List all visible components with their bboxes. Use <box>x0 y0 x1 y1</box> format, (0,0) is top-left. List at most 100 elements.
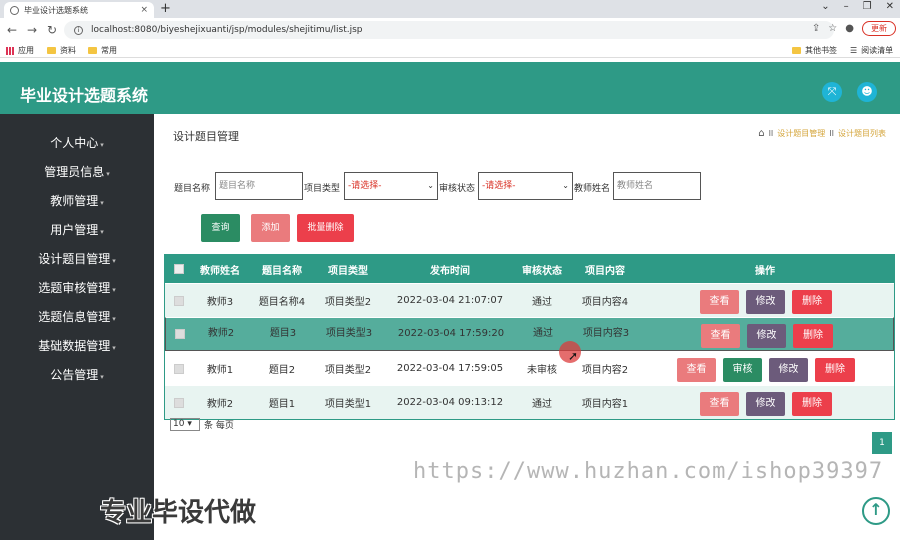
sidebar-item-teacher-management[interactable]: 教师管理 ▾ <box>0 192 154 212</box>
edit-button[interactable]: 修改 <box>747 324 786 348</box>
cell-teacher: 教师3 <box>206 297 234 308</box>
col-header-title: 题目名称 <box>262 265 302 277</box>
page-number-button[interactable]: 1 <box>872 432 892 454</box>
batch-delete-button[interactable]: 批量删除 <box>297 214 354 242</box>
teacher-label: 教师姓名 <box>574 184 611 194</box>
row-checkbox[interactable] <box>173 352 185 385</box>
row-checkbox[interactable] <box>174 318 186 350</box>
new-tab-button[interactable]: + <box>160 1 171 16</box>
chevron-down-icon: ▾ <box>100 373 104 381</box>
page-size-select[interactable]: 10 ▾ <box>170 418 200 431</box>
cell-content: 项目内容4 <box>581 297 629 308</box>
reading-list-icon: ☰ <box>850 46 858 55</box>
type-label: 项目类型 <box>304 184 341 194</box>
bookmark-apps[interactable]: 应用 <box>6 45 34 56</box>
sidebar-item-label: 设计题目管理 <box>38 252 111 266</box>
star-icon[interactable]: ☆ <box>828 23 837 34</box>
share-icon[interactable]: ⇪ <box>812 23 820 34</box>
cell-teacher: 教师2 <box>207 328 235 339</box>
title-label: 题目名称 <box>174 184 211 194</box>
tab-close-icon[interactable]: × <box>140 5 148 15</box>
cell-teacher: 教师1 <box>206 365 234 376</box>
type-select-value: -请选择- <box>348 181 382 191</box>
col-header-teacher: 教师姓名 <box>200 265 240 277</box>
bookmark-changyong[interactable]: 常用 <box>88 45 117 56</box>
forward-icon[interactable]: → <box>24 23 40 37</box>
reload-icon[interactable]: ↻ <box>44 23 60 37</box>
bookmark-other[interactable]: 其他书签 <box>792 45 837 56</box>
sidebar-item-announcements[interactable]: 公告管理 ▾ <box>0 366 154 386</box>
query-button[interactable]: 查询 <box>201 214 240 242</box>
sidebar-item-label: 选题信息管理 <box>38 310 111 324</box>
add-button[interactable]: 添加 <box>251 214 290 242</box>
sidebar-item-label: 公告管理 <box>50 368 99 382</box>
folder-icon <box>47 47 56 54</box>
chevron-down-icon: ▾ <box>106 170 110 178</box>
cell-status: 通过 <box>532 399 552 410</box>
sidebar-item-label: 管理员信息 <box>44 165 105 179</box>
view-button[interactable]: 查看 <box>700 392 739 416</box>
breadcrumb-separator: II <box>829 129 834 138</box>
bookmark-reading-list[interactable]: ☰ 阅读清单 <box>850 45 893 56</box>
status-select[interactable]: -请选择- ⌄ <box>478 172 573 200</box>
title-input[interactable]: 题目名称 <box>215 172 303 200</box>
bookmark-ziliao[interactable]: 资料 <box>47 45 76 56</box>
fullscreen-icon[interactable]: ⤧ <box>822 82 842 102</box>
delete-button[interactable]: 删除 <box>793 324 833 348</box>
update-button[interactable]: 更新 <box>862 21 896 36</box>
cell-type: 项目类型2 <box>324 297 372 308</box>
bookmark-label: 其他书签 <box>805 46 837 55</box>
bookmark-label: 阅读清单 <box>861 46 894 55</box>
view-button[interactable]: 查看 <box>701 324 740 348</box>
close-icon[interactable]: ✕ <box>886 1 894 12</box>
chevron-down-icon[interactable]: ⌄ <box>821 1 829 12</box>
edit-button[interactable]: 修改 <box>746 392 785 416</box>
sidebar-item-personal-center[interactable]: 个人中心 ▾ <box>0 134 154 154</box>
minimize-icon[interactable]: – <box>844 1 849 12</box>
table-row[interactable]: 教师2 题目3 项目类型3 2022-03-04 17:59:20 通过 项目内… <box>165 317 894 351</box>
restore-icon[interactable]: ❐ <box>863 1 872 12</box>
sidebar-item-topic-management[interactable]: 设计题目管理 ▾ <box>0 250 154 270</box>
browser-tab[interactable]: 毕业设计选题系统 × <box>4 2 154 18</box>
sidebar-item-admin-info[interactable]: 管理员信息 ▾ <box>0 163 154 183</box>
edit-button[interactable]: 修改 <box>769 358 808 382</box>
chevron-down-icon: ▾ <box>100 141 104 149</box>
cell-title: 题目2 <box>268 365 296 376</box>
delete-button[interactable]: 删除 <box>792 392 832 416</box>
breadcrumb-item[interactable]: 设计题目列表 <box>838 128 886 139</box>
col-header-type: 项目类型 <box>328 265 368 277</box>
user-icon[interactable]: ☻ <box>857 82 877 102</box>
row-checkbox[interactable] <box>173 284 185 317</box>
table-row[interactable]: 教师1 题目2 项目类型2 2022-03-04 17:59:05 未审核 项目… <box>165 351 894 385</box>
info-icon[interactable]: i <box>74 25 83 35</box>
profile-icon[interactable]: ● <box>845 23 854 34</box>
delete-button[interactable]: 删除 <box>815 358 855 382</box>
edit-button[interactable]: 修改 <box>746 290 785 314</box>
sidebar-item-basic-data[interactable]: 基础数据管理 ▾ <box>0 337 154 357</box>
delete-button[interactable]: 删除 <box>792 290 832 314</box>
folder-icon <box>88 47 97 54</box>
sidebar-item-selection-info[interactable]: 选题信息管理 ▾ <box>0 308 154 328</box>
checkbox-box <box>174 363 184 374</box>
sidebar-item-review-management[interactable]: 选题审核管理 ▾ <box>0 279 154 299</box>
table-row[interactable]: 教师2 题目1 项目类型1 2022-03-04 09:13:12 通过 项目内… <box>165 385 894 419</box>
select-all-checkbox[interactable] <box>173 255 185 283</box>
scroll-top-button[interactable]: ↑ <box>862 497 890 525</box>
type-select[interactable]: -请选择- ⌄ <box>344 172 438 200</box>
teacher-input[interactable]: 教师姓名 <box>613 172 701 200</box>
view-button[interactable]: 查看 <box>700 290 739 314</box>
view-button[interactable]: 查看 <box>677 358 716 382</box>
back-icon[interactable]: ← <box>4 23 20 37</box>
table-row[interactable]: 教师3 题目名称4 项目类型2 2022-03-04 21:07:07 通过 项… <box>165 283 894 317</box>
status-label: 审核状态 <box>439 184 476 194</box>
url-field[interactable]: i localhost:8080/biyeshejixuanti/jsp/mod… <box>64 21 834 39</box>
sidebar-item-label: 教师管理 <box>50 194 99 208</box>
sidebar-item-label: 选题审核管理 <box>38 281 111 295</box>
home-icon[interactable]: ⌂ <box>758 128 764 139</box>
sidebar-item-user-management[interactable]: 用户管理 ▾ <box>0 221 154 241</box>
row-checkbox[interactable] <box>173 386 185 419</box>
breadcrumb-item[interactable]: 设计题目管理 <box>777 128 825 139</box>
audit-button[interactable]: 审核 <box>723 358 762 382</box>
address-bar-row: ← → ↻ i localhost:8080/biyeshejixuanti/j… <box>0 18 900 42</box>
col-header-content: 项目内容 <box>585 265 625 277</box>
